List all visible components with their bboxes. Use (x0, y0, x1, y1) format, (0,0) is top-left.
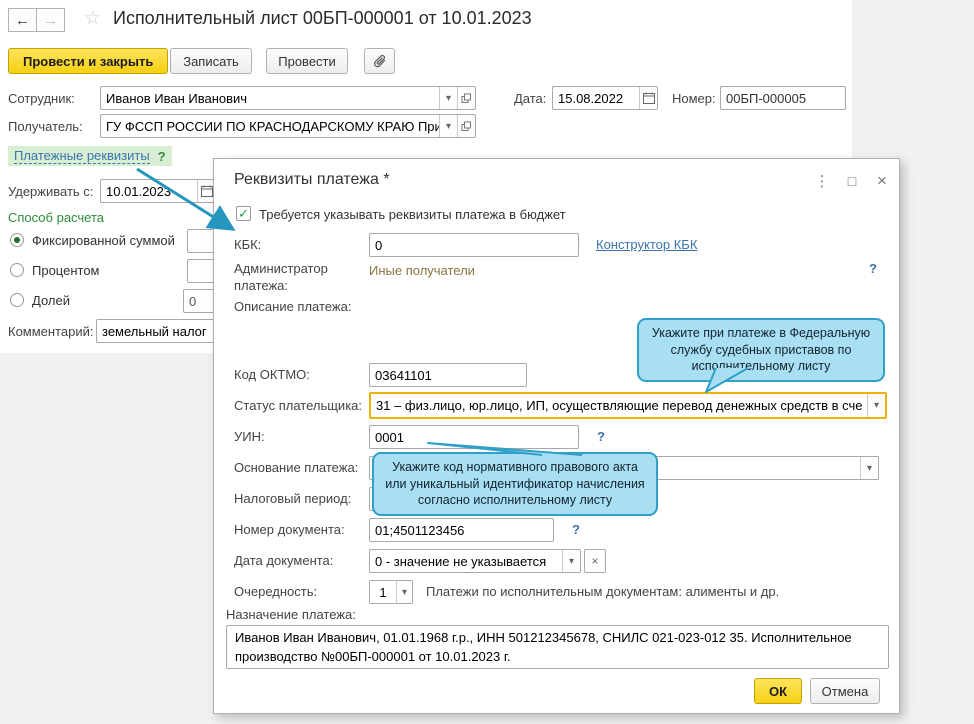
employee-open-icon[interactable] (457, 87, 475, 109)
date-field[interactable]: 15.08.2022 (552, 86, 658, 110)
employee-value: Иванов Иван Иванович (106, 90, 248, 106)
paperclip-icon (373, 53, 387, 69)
kbk-label: КБК: (234, 237, 262, 252)
recipient-label: Получатель: (8, 119, 83, 134)
dialog-title: Реквизиты платежа * (234, 171, 390, 188)
doc-date-field[interactable]: 0 - значение не указывается ▾ (369, 549, 581, 573)
admin-help-icon[interactable]: ? (869, 261, 877, 276)
doc-number-label: Номер документа: (234, 522, 345, 537)
doc-date-clear-button[interactable]: × (584, 549, 606, 573)
radio-share[interactable] (10, 293, 24, 307)
cancel-button[interactable]: Отмена (810, 678, 880, 704)
oktmo-value: 03641101 (375, 367, 432, 383)
radio-fixed-sum[interactable] (10, 233, 24, 247)
favorite-star-icon[interactable]: ☆ (84, 7, 101, 30)
uin-help-icon[interactable]: ? (597, 429, 605, 444)
priority-note: Платежи по исполнительным документам: ал… (426, 584, 780, 599)
uin-value: 0001 (375, 429, 404, 445)
employee-dropdown-icon[interactable]: ▾ (439, 87, 457, 109)
doc-date-label: Дата документа: (234, 553, 334, 568)
calc-method-title: Способ расчета (8, 210, 105, 225)
payment-details-help-icon[interactable]: ? (158, 149, 166, 164)
dialog-maximize-icon[interactable]: □ (842, 171, 862, 191)
forward-arrow-icon: → (43, 11, 58, 29)
withhold-value: 10.01.2023 (106, 183, 172, 199)
kbk-value: 0 (375, 237, 383, 253)
oktmo-field[interactable]: 03641101 (369, 363, 527, 387)
priority-value: 1 (379, 584, 387, 600)
back-button[interactable]: ← (8, 8, 37, 32)
withhold-label: Удерживать с: (8, 184, 94, 199)
app-window: ← → ☆ Исполнительный лист 00БП-000001 от… (0, 0, 974, 724)
payment-details-highlight: Платежные реквизиты ? (8, 146, 172, 166)
doc-number-field[interactable]: 01;4501123456 (369, 518, 554, 542)
write-button[interactable]: Записать (170, 48, 252, 74)
doc-number-value: 01;4501123456 (375, 522, 465, 538)
kbk-field[interactable]: 0 (369, 233, 579, 257)
radio-percent[interactable] (10, 263, 24, 277)
description-label: Описание платежа: (234, 299, 352, 314)
payment-requisites-dialog: Реквизиты платежа * ⋮ □ × ✓ Требуется ук… (213, 158, 900, 714)
recipient-dropdown-icon[interactable]: ▾ (439, 115, 457, 137)
require-budget-checkbox[interactable]: ✓ (236, 206, 251, 221)
post-button[interactable]: Провести (266, 48, 348, 74)
date-value: 15.08.2022 (558, 90, 624, 106)
comment-label: Комментарий: (8, 324, 94, 339)
uin-label: УИН: (234, 429, 265, 444)
priority-dropdown-icon[interactable]: ▾ (396, 581, 412, 603)
tooltip-fssp: Укажите при платеже в Федеральную службу… (637, 318, 885, 382)
basis-label: Основание платежа: (234, 460, 359, 475)
radio-fixed-sum-label: Фиксированной суммой (32, 233, 175, 248)
page-title: Исполнительный лист 00БП-000001 от 10.01… (113, 8, 532, 28)
basis-dropdown-icon[interactable]: ▾ (860, 457, 878, 479)
doc-date-value: 0 - значение не указывается (375, 553, 547, 569)
comment-value: земельный налог (102, 323, 207, 339)
payer-status-dropdown-icon[interactable]: ▾ (867, 394, 885, 417)
payer-status-label: Статус плательщика: (234, 398, 363, 413)
clear-x-icon: × (591, 554, 599, 568)
recipient-open-icon[interactable] (457, 115, 475, 137)
payer-status-value: 31 – физ.лицо, юр.лицо, ИП, осуществляющ… (376, 398, 863, 413)
recipient-value: ГУ ФССП РОССИИ ПО КРАСНОДАРСКОМУ КРАЮ Пр… (106, 118, 439, 134)
require-budget-label: Требуется указывать реквизиты платежа в … (259, 207, 566, 222)
comment-field[interactable]: земельный налог (96, 319, 227, 343)
priority-label: Очередность: (234, 584, 318, 599)
ok-button[interactable]: ОК (754, 678, 802, 704)
doc-number-help-icon[interactable]: ? (572, 522, 580, 537)
admin-value[interactable]: Иные получатели (369, 263, 475, 278)
number-field[interactable]: 00БП-000005 (720, 86, 846, 110)
uin-field[interactable]: 0001 (369, 425, 579, 449)
admin-label: Администратор платежа: (234, 261, 328, 293)
purpose-textarea[interactable]: Иванов Иван Иванович, 01.01.1968 г.р., И… (226, 625, 889, 669)
back-arrow-icon: ← (15, 11, 30, 29)
radio-percent-label: Процентом (32, 263, 100, 278)
payment-details-link[interactable]: Платежные реквизиты (14, 148, 150, 164)
post-and-close-button[interactable]: Провести и закрыть (8, 48, 169, 74)
dialog-close-icon[interactable]: × (872, 171, 892, 191)
checkmark-icon: ✓ (238, 205, 249, 221)
tooltip-uin: Укажите код нормативного правового акта … (372, 452, 658, 516)
number-value: 00БП-000005 (726, 90, 807, 106)
number-label: Номер: (672, 91, 716, 106)
purpose-label: Назначение платежа: (226, 607, 356, 622)
recipient-field[interactable]: ГУ ФССП РОССИИ ПО КРАСНОДАРСКОМУ КРАЮ Пр… (100, 114, 476, 138)
dialog-menu-icon[interactable]: ⋮ (812, 171, 832, 191)
priority-field[interactable]: 1 ▾ (369, 580, 413, 604)
employee-field[interactable]: Иванов Иван Иванович ▾ (100, 86, 476, 110)
attachments-button[interactable] (364, 48, 395, 74)
tax-period-label: Налоговый период: (234, 491, 352, 506)
date-label: Дата: (514, 91, 547, 106)
withhold-field[interactable]: 10.01.2023 (100, 179, 216, 203)
radio-share-label: Долей (32, 293, 70, 308)
payer-status-field[interactable]: 31 – физ.лицо, юр.лицо, ИП, осуществляющ… (369, 392, 887, 419)
oktmo-label: Код ОКТМО: (234, 367, 310, 382)
kbk-constructor-link[interactable]: Конструктор КБК (596, 237, 697, 252)
doc-date-dropdown-icon[interactable]: ▾ (562, 550, 580, 572)
employee-label: Сотрудник: (8, 91, 75, 106)
forward-button[interactable]: → (36, 8, 65, 32)
date-calendar-icon[interactable] (639, 87, 657, 109)
